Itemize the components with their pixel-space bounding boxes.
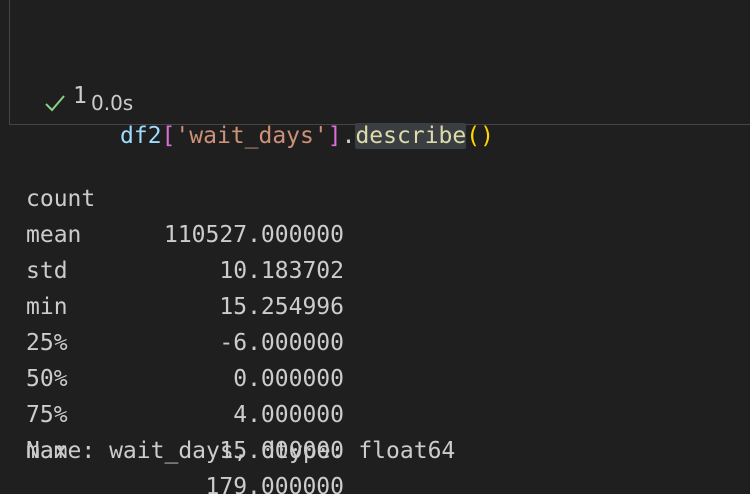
output-row: min -6.000000 (26, 253, 455, 356)
output-row: 75% 15.000000 (26, 361, 455, 464)
output-row: max 179.000000 (26, 397, 455, 494)
output-row: mean 10.183702 (26, 181, 455, 284)
execution-status: 0.0s (44, 88, 133, 118)
stat-value: 179.000000 (205, 474, 344, 494)
code-line[interactable]: 1 df2['wait_days'].describe() (10, 36, 750, 149)
execution-duration: 0.0s (91, 91, 134, 115)
output-row: 50% 4.000000 (26, 325, 455, 428)
cell-output: count 110527.000000 mean 10.183702 std 1… (26, 145, 455, 494)
output-row: 25% 0.000000 (26, 289, 455, 392)
code-parens: () (466, 123, 494, 149)
notebook-cell[interactable]: 1 df2['wait_days'].describe() 0.0s (9, 0, 750, 149)
check-icon (44, 92, 66, 114)
stat-label: max (26, 438, 68, 464)
output-row: count 110527.000000 (26, 145, 455, 248)
output-row: std 15.254996 (26, 217, 455, 320)
